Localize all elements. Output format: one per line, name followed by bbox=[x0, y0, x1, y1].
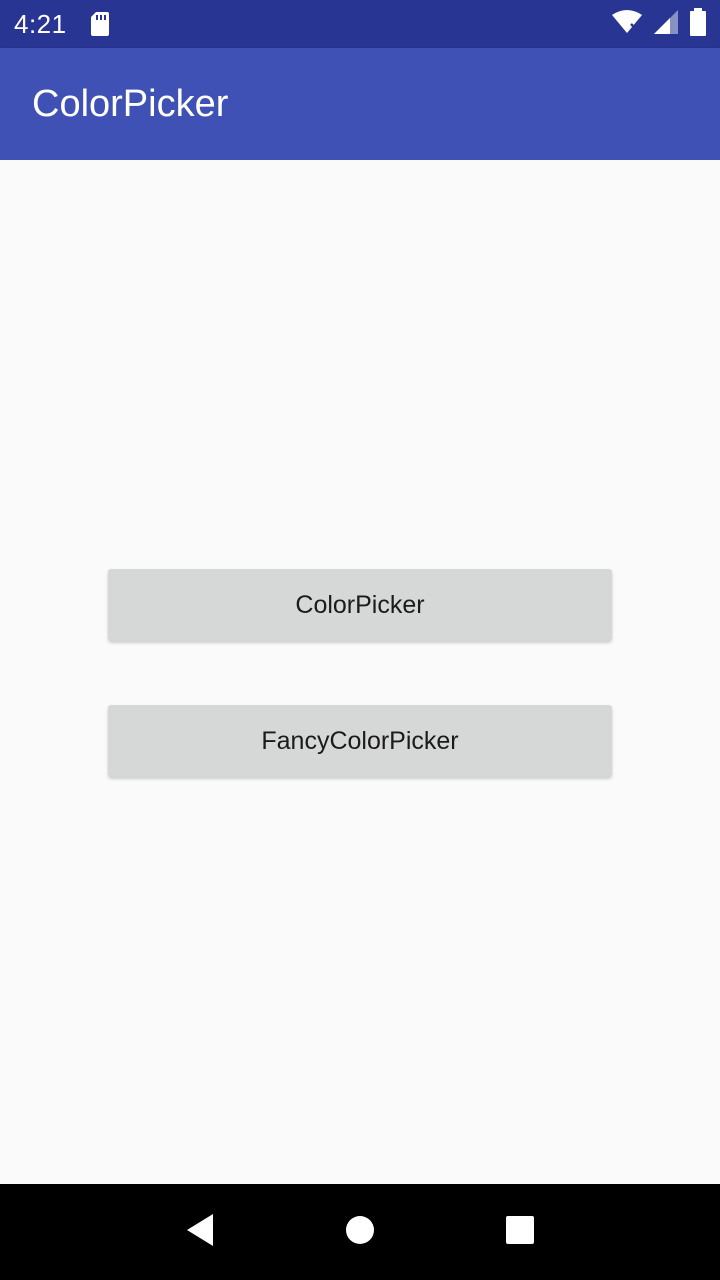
status-time: 4:21 bbox=[14, 8, 67, 39]
wifi-icon bbox=[612, 9, 642, 39]
home-button[interactable] bbox=[330, 1202, 390, 1262]
app-title: ColorPicker bbox=[32, 82, 229, 125]
back-icon bbox=[185, 1213, 215, 1252]
signal-icon bbox=[654, 9, 678, 39]
recents-button[interactable] bbox=[490, 1202, 550, 1262]
status-icons bbox=[612, 7, 706, 41]
app-bar: ColorPicker bbox=[0, 48, 720, 160]
main-content: ColorPicker FancyColorPicker bbox=[0, 160, 720, 1184]
colorpicker-button[interactable]: ColorPicker bbox=[108, 569, 612, 641]
sd-card-icon bbox=[90, 12, 109, 36]
status-bar: 4:21 bbox=[0, 0, 720, 48]
back-button[interactable] bbox=[170, 1202, 230, 1262]
navigation-bar bbox=[0, 1184, 720, 1280]
recents-icon bbox=[505, 1215, 535, 1250]
home-icon bbox=[345, 1215, 375, 1250]
fancycolorpicker-button[interactable]: FancyColorPicker bbox=[108, 705, 612, 777]
battery-icon bbox=[690, 7, 706, 41]
